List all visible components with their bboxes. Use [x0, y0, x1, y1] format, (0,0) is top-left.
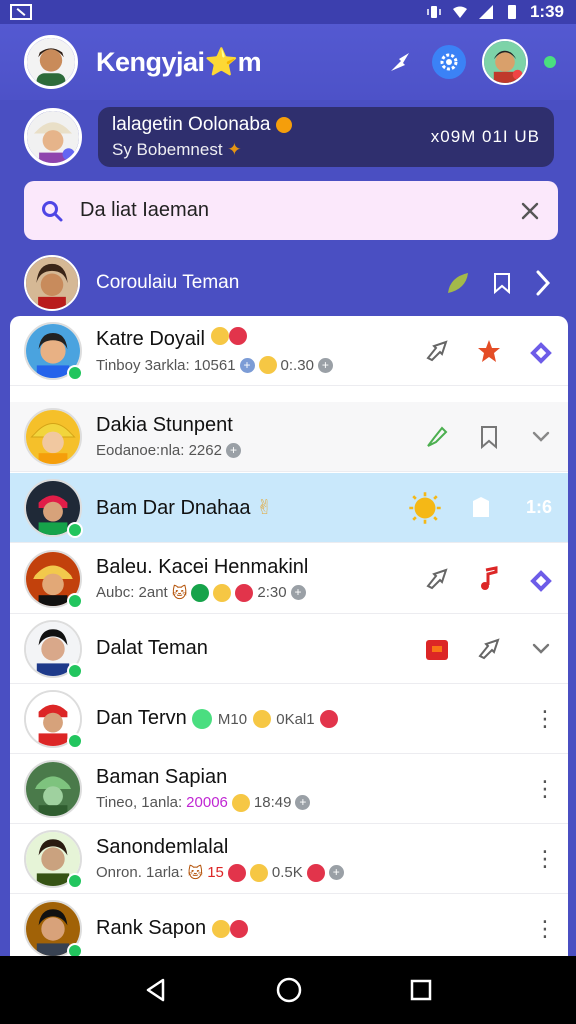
- recents-icon[interactable]: [409, 978, 433, 1002]
- pin-icon[interactable]: [528, 338, 554, 364]
- close-icon[interactable]: [520, 201, 540, 221]
- sun-icon[interactable]: [408, 491, 442, 525]
- contact-name: Bam Dar Dnahaa ✌: [96, 497, 273, 519]
- contact-avatar: [24, 321, 83, 381]
- chevron-down-icon[interactable]: [528, 636, 554, 662]
- search-icon: [42, 200, 63, 221]
- chat-row[interactable]: Dakia Stunpent Eodanoe:nla: 2262 +: [10, 402, 568, 472]
- share-icon[interactable]: [424, 566, 450, 592]
- contact-name: Rank Sapon: [96, 917, 534, 940]
- home-icon[interactable]: [275, 976, 303, 1004]
- contact-avatar: [24, 549, 83, 609]
- more-icon[interactable]: ⋮: [534, 706, 556, 732]
- wifi-icon: [452, 6, 467, 18]
- status-line-1: lalagetin Oolonaba: [112, 114, 292, 136]
- contact-name: Baman Sapian: [96, 765, 228, 788]
- more-icon[interactable]: ⋮: [534, 846, 556, 872]
- chevron-right-icon[interactable]: [530, 266, 556, 300]
- bookmark-icon[interactable]: [490, 271, 514, 295]
- app-header: Kengyjai⭐m: [0, 24, 576, 100]
- system-nav-bar: [0, 956, 576, 1024]
- contact-name: Katre Doyail: [96, 327, 424, 351]
- contact-name: Sanondemlalal: [96, 835, 229, 858]
- share-icon[interactable]: [476, 636, 502, 662]
- contact-avatar: [24, 759, 82, 818]
- contact-name: Baleu. Kacei Henmakinl: [96, 555, 309, 578]
- contact-avatar: [24, 407, 82, 466]
- contact-avatar: [24, 619, 83, 679]
- status-card[interactable]: lalagetin Oolonaba Sy Bobemnest ✦ x09M 0…: [98, 107, 554, 167]
- search-input[interactable]: Da liat Iaeman: [80, 199, 520, 222]
- chat-row[interactable]: Katre Doyail Tinboy 3arkla: 10561 +0:.30 +: [10, 316, 568, 386]
- notification-icon: [10, 4, 32, 20]
- contact-avatar: [24, 829, 83, 889]
- flash-icon[interactable]: [384, 46, 416, 78]
- chat-row[interactable]: Dalat Teman: [10, 614, 568, 684]
- contact-subtitle: Onron. 1arla: 🐱 15 0.5K +: [96, 863, 534, 882]
- star-icon[interactable]: [476, 338, 502, 364]
- contacts-avatar: [24, 255, 80, 311]
- bookmark-icon[interactable]: [468, 495, 494, 521]
- more-icon[interactable]: ⋮: [534, 916, 556, 942]
- chat-row[interactable]: Baleu. Kacei Henmakinl Aubc: 2ant 🐱 2:30 +: [10, 544, 568, 614]
- share-icon[interactable]: [424, 338, 450, 364]
- contact-subtitle: Tineo, 1anla: 20006 18:49 +: [96, 793, 534, 812]
- search-bar[interactable]: Da liat Iaeman: [24, 181, 558, 240]
- contact-avatar: [24, 899, 83, 956]
- chat-row[interactable]: Rank Sapon ⋮: [10, 894, 568, 956]
- leaf-icon[interactable]: [444, 269, 472, 297]
- chat-list: Katre Doyail Tinboy 3arkla: 10561 +0:.30 +…: [10, 316, 568, 956]
- red-tag-icon[interactable]: [424, 636, 450, 662]
- online-indicator: [544, 56, 556, 68]
- contact-name: Dalat Teman: [96, 637, 208, 659]
- status-bar: 1:39: [0, 0, 576, 24]
- chat-row[interactable]: Dan Tervn M10 0Kal1 ⋮: [10, 684, 568, 754]
- bookmark-icon[interactable]: [476, 424, 502, 450]
- contacts-bar[interactable]: Coroulaiu Teman: [24, 253, 514, 313]
- chat-row-selected[interactable]: Bam Dar Dnahaa ✌ 1:6: [10, 473, 568, 543]
- contact-avatar: [24, 478, 83, 538]
- friend-avatar[interactable]: [482, 39, 528, 85]
- contact-subtitle: Eodanoe:nla: 2262 +: [96, 442, 424, 459]
- contact-subtitle: Tinboy 3arkla: 10561 +0:.30 +: [96, 356, 424, 374]
- chat-row[interactable]: Sanondemlalal Onron. 1arla: 🐱 15 0.5K + ⋮: [10, 824, 568, 894]
- contact-name: Dakia Stunpent: [96, 414, 233, 436]
- back-icon[interactable]: [143, 977, 169, 1003]
- pin-icon[interactable]: [528, 566, 554, 592]
- status-meta: x09M 01I UB: [430, 127, 540, 146]
- contact-name: Dan Tervn M10 0Kal1: [96, 707, 534, 730]
- settings-icon[interactable]: [432, 45, 466, 79]
- contact-subtitle: Aubc: 2ant 🐱 2:30 +: [96, 583, 424, 602]
- profile-row: lalagetin Oolonaba Sy Bobemnest ✦ x09M 0…: [0, 100, 576, 174]
- chat-row[interactable]: Baman Sapian Tineo, 1anla: 20006 18:49 + ⋮: [10, 754, 568, 824]
- more-icon[interactable]: ⋮: [534, 776, 556, 802]
- profile-avatar[interactable]: [24, 108, 82, 166]
- signal-icon: [478, 5, 493, 19]
- chat-time: 1:6: [525, 497, 552, 517]
- star-emoji: ⭐: [204, 47, 239, 77]
- status-line-2: Sy Bobemnest ✦: [112, 140, 242, 159]
- chevron-down-icon[interactable]: [528, 424, 554, 450]
- clock: 1:39: [529, 2, 564, 21]
- contact-avatar: [24, 689, 83, 749]
- user-avatar[interactable]: [24, 35, 78, 89]
- app-title: Kengyjai⭐m: [96, 47, 262, 77]
- vibrate-icon: [427, 6, 441, 18]
- music-icon[interactable]: [476, 565, 502, 592]
- contacts-label: Coroulaiu Teman: [96, 272, 240, 293]
- battery-icon: [507, 5, 516, 19]
- share-icon[interactable]: [424, 424, 450, 450]
